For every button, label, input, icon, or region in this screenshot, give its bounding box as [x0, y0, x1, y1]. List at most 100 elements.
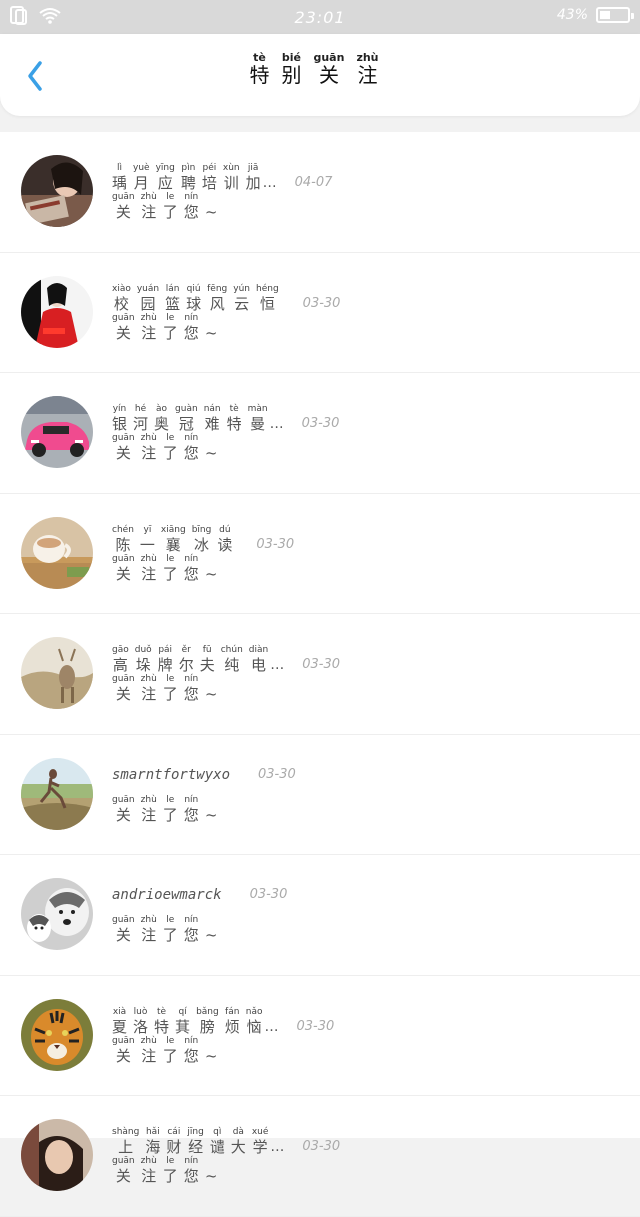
pinyin: nǎo	[245, 1006, 263, 1017]
ruby-char: xiào 校	[112, 284, 131, 313]
ruby-char: nán 难	[204, 404, 221, 433]
avatar[interactable]	[21, 878, 93, 950]
ruby-char: guān 关	[313, 52, 344, 87]
pinyin: xùn	[222, 163, 240, 173]
hanzi: 了	[162, 926, 178, 944]
ruby-char: xiāng 襄	[161, 525, 186, 554]
ruby-char: guān 关	[112, 433, 135, 462]
ruby-char: péi 培	[202, 163, 217, 192]
hanzi: 曼	[250, 415, 266, 433]
ruby-char: màn 曼	[248, 404, 268, 433]
list-item[interactable]: yín 银 hé 河 ào 奥 guàn 冠 nán 难 tè 特 màn 曼… 03-30 guān 关 zhù…	[0, 373, 640, 494]
hanzi: 学	[252, 1138, 268, 1156]
list-item[interactable]: shàng 上 hǎi 海 cái 财 jīng 经 qì 谴 dà 大 xué 学… 03-30 guān 关…	[0, 1096, 640, 1217]
follow-message: guān 关 zhù 注 le 了 nín 您 ~	[112, 915, 223, 944]
pinyin: zhù	[140, 553, 157, 564]
ruby-char: ~	[205, 554, 218, 583]
avatar-image	[21, 396, 93, 468]
hanzi: 高	[112, 656, 128, 674]
ruby-char: le 了	[163, 313, 178, 342]
ruby-char: ěr 尔	[179, 645, 194, 674]
ruby-char: yīng 应	[156, 163, 175, 192]
pinyin: le	[166, 192, 175, 202]
pinyin: guàn	[175, 404, 198, 414]
follow-message-text: guān 关 zhù 注 le 了 nín 您 ~	[112, 795, 223, 824]
ruby-char: nín 您	[184, 795, 199, 824]
hanzi: 财	[166, 1138, 182, 1156]
list-item[interactable]: gāo 高 duǒ 垛 pái 牌 ěr 尔 fū 夫 chún 纯 diàn 电… 03-30 guān 关 z…	[0, 614, 640, 735]
hanzi: 您	[183, 1046, 199, 1065]
hanzi: 关	[115, 323, 131, 342]
page-title-text: tè 特 bié 别 guān 关 zhù 注	[0, 52, 640, 87]
avatar[interactable]	[21, 1119, 93, 1191]
avatar[interactable]	[21, 275, 93, 348]
ruby-char: dú 读	[217, 525, 232, 554]
avatar-image	[21, 998, 93, 1071]
ruby-char: lán 篮	[165, 284, 180, 313]
hanzi: 注	[141, 685, 157, 703]
hanzi: 特	[154, 1017, 170, 1036]
ruby-char: ào 奥	[154, 404, 169, 433]
user-name: smarntfortwyxo	[112, 766, 231, 783]
pinyin: le	[166, 1156, 175, 1166]
avatar[interactable]	[21, 998, 93, 1071]
status-bar: 23:01 43%	[0, 0, 640, 34]
avatar-image	[21, 155, 93, 227]
ruby-char: le 了	[163, 433, 178, 462]
pinyin: zhù	[140, 915, 157, 925]
follow-date: 03-30	[302, 657, 340, 672]
pinyin: bīng	[191, 524, 212, 535]
user-name-line: lì 瑀 yuè 月 yīng 应 pìn 聘 péi 培 xùn 训 jiā 加… 04-07	[112, 163, 332, 192]
avatar-image	[21, 637, 93, 709]
user-name-line: smarntfortwyxo 03-30	[112, 766, 296, 784]
follow-message-text: guān 关 zhù 注 le 了 nín 您 ~	[112, 554, 223, 583]
follow-date: 03-30	[301, 416, 340, 431]
ruby-char: bié 别	[281, 52, 301, 87]
ruby-char: guān 关	[112, 795, 135, 824]
ruby-char: chén 陈	[112, 525, 134, 554]
battery-icon	[596, 7, 634, 23]
follow-date: 03-30	[296, 1018, 335, 1034]
hanzi: 了	[162, 444, 178, 462]
hanzi: 垛	[135, 656, 151, 674]
follow-message-text: guān 关 zhù 注 le 了 nín 您 ~	[112, 1156, 223, 1185]
avatar[interactable]	[21, 637, 93, 709]
name-ellipsis: …	[270, 657, 285, 673]
list-item[interactable]: lì 瑀 yuè 月 yīng 应 pìn 聘 péi 培 xùn 训 jiā 加… 04-07 guān 关 z…	[0, 132, 640, 253]
avatar[interactable]	[21, 396, 93, 468]
hanzi: 关	[115, 926, 131, 944]
list-item[interactable]: xià 夏 luò 洛 tè 特 qí 萁 bǎng 膀 fán 烦 nǎo 恼… 03-30 guān 关 zh…	[0, 976, 640, 1096]
hanzi: 了	[162, 1046, 178, 1065]
ruby-char: zhù 注	[141, 795, 157, 824]
pinyin: chún	[220, 645, 243, 655]
hanzi: 了	[162, 564, 178, 583]
pinyin: guān	[112, 433, 135, 443]
ruby-char: ~	[205, 192, 218, 221]
list-item[interactable]: smarntfortwyxo 03-30 guān 关 zhù 注 le 了 nín 您 ~	[0, 735, 640, 855]
avatar[interactable]	[21, 516, 93, 589]
ruby-char: duǒ 垛	[135, 645, 152, 674]
follow-date: 03-30	[302, 295, 341, 311]
ruby-char: ~	[205, 1036, 218, 1065]
ruby-char: fū 夫	[200, 645, 215, 674]
avatar[interactable]	[21, 155, 93, 227]
hanzi: 注	[141, 323, 157, 342]
avatar-image	[21, 878, 93, 950]
avatar[interactable]	[21, 757, 93, 830]
list-item[interactable]: xiào 校 yuán 园 lán 篮 qiú 球 fēng 风 yún 云 héng 恒 03-30 guā…	[0, 253, 640, 373]
ruby-char: zhù 注	[141, 915, 157, 944]
ruby-char: guān 关	[112, 554, 135, 583]
pinyin: qiú	[186, 283, 201, 294]
list-item[interactable]: andrioewmarck 03-30 guān 关 zhù 注 le 了 nín 您 ~	[0, 855, 640, 976]
hanzi: 别	[281, 63, 302, 87]
hanzi: 您	[183, 203, 199, 221]
hanzi: 了	[162, 203, 178, 221]
pinyin: guān	[112, 192, 135, 202]
list-item[interactable]: chén 陈 yī 一 xiāng 襄 bīng 冰 dú 读 03-30 guān 关 zhù 注 le 了 n…	[0, 494, 640, 614]
hanzi: 银	[112, 415, 128, 433]
hanzi: 注	[141, 444, 157, 462]
user-name-line: chén 陈 yī 一 xiāng 襄 bīng 冰 dú 读 03-30	[112, 525, 294, 554]
pinyin: dú	[219, 524, 231, 535]
ruby-char: ~	[205, 795, 218, 824]
follow-message: guān 关 zhù 注 le 了 nín 您 ~	[112, 1156, 223, 1185]
